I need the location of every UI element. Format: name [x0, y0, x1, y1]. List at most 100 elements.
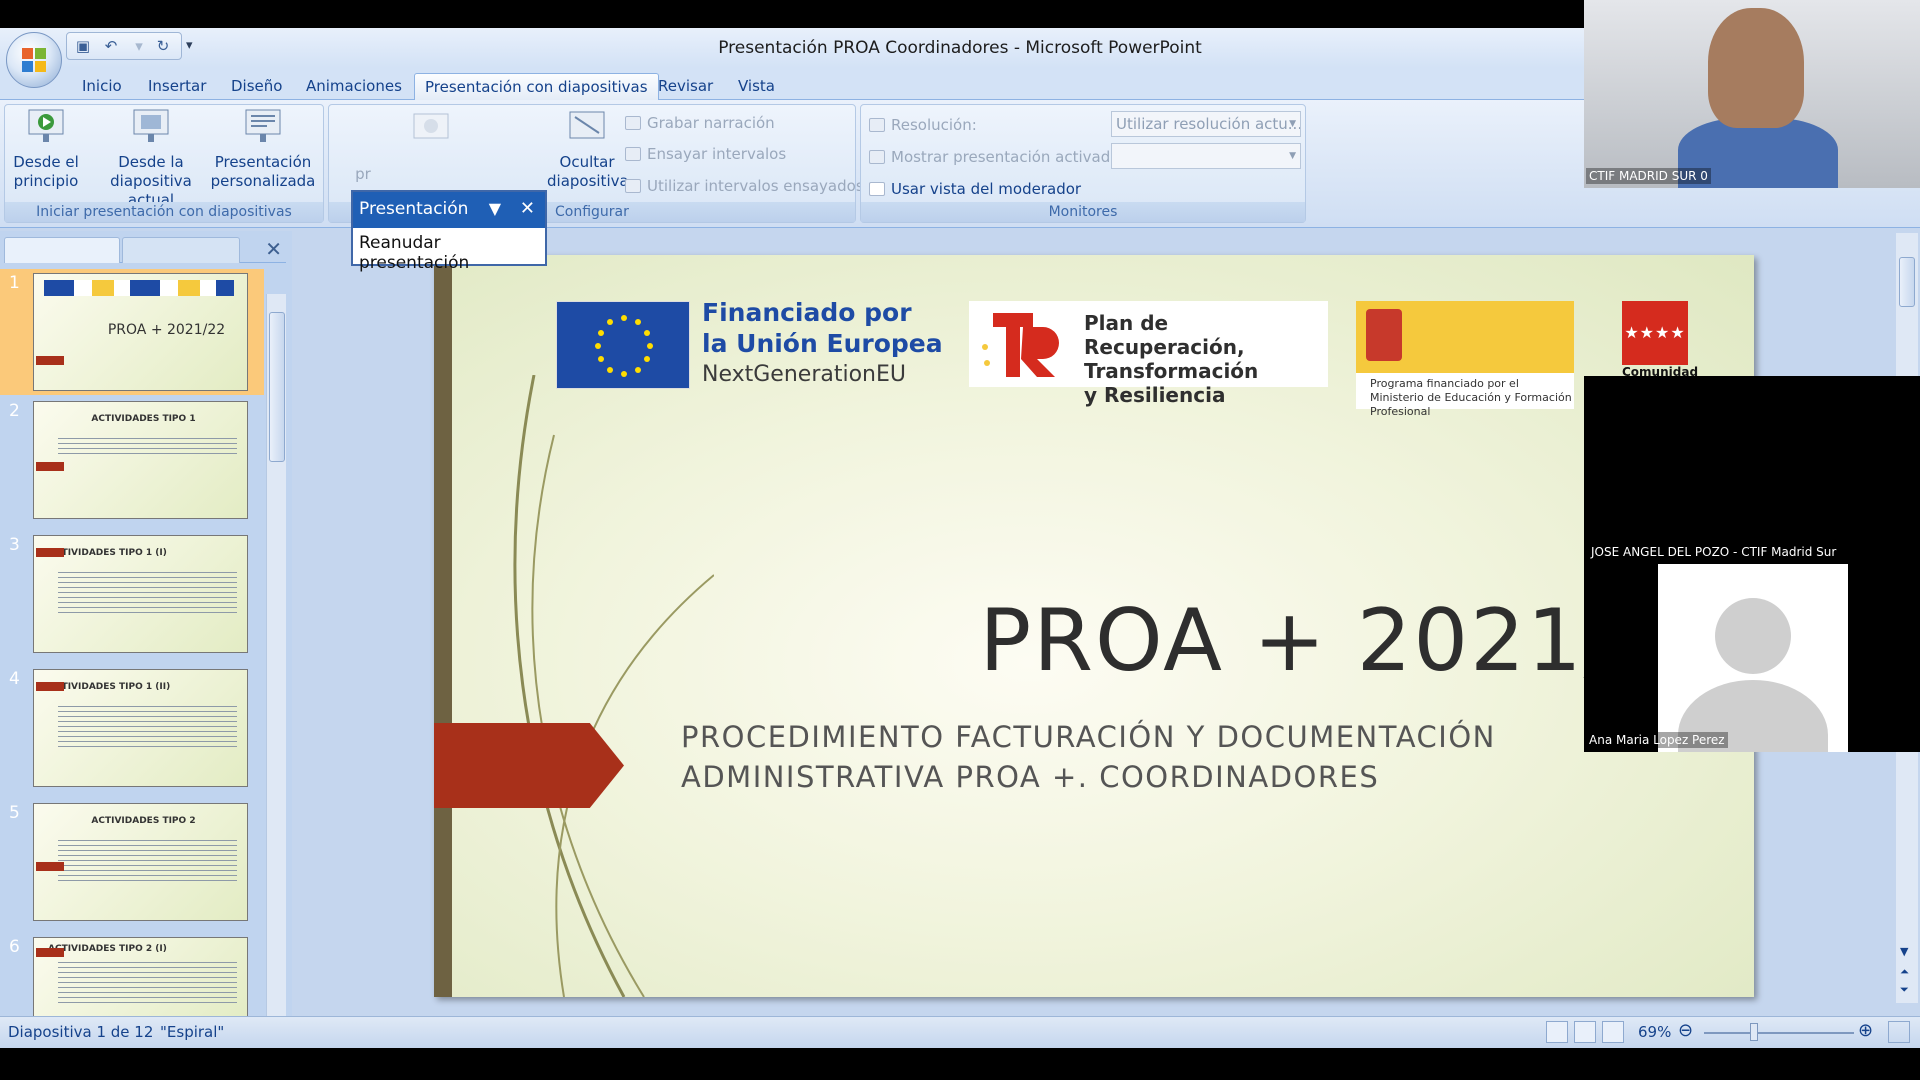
office-button[interactable] — [6, 32, 62, 88]
record-narration-button[interactable]: Grabar narración — [625, 111, 775, 135]
next-slide-icon[interactable]: ⏷ — [1900, 983, 1909, 997]
redo-icon[interactable]: ↻ — [151, 37, 175, 55]
close-icon[interactable]: ✕ — [265, 237, 282, 261]
slide-thumb-4[interactable]: 4 ACTIVIDADES TIPO 1 (II) — [0, 665, 264, 791]
slide-thumb-2[interactable]: 2 ACTIVIDADES TIPO 1 — [0, 397, 264, 523]
monitor-icon — [869, 150, 885, 164]
office-logo-icon — [22, 48, 46, 72]
record-narration-label: Grabar narración — [647, 114, 775, 132]
theme-name: "Espiral" — [160, 1023, 225, 1041]
thumb-arrow — [36, 548, 64, 557]
slide-thumb-6[interactable]: 6 ACTIVIDADES TIPO 2 (I) — [0, 933, 264, 1023]
slide-number: 6 — [9, 937, 20, 957]
participant-face — [1708, 8, 1804, 128]
hide-slide-icon — [569, 111, 605, 139]
slide-subtitle[interactable]: PROCEDIMIENTO FACTURACIÓN Y DOCUMENTACIÓ… — [681, 717, 1741, 797]
participant-name: Ana Maria Lopez Perez — [1586, 732, 1728, 748]
participant-name: JOSE ANGEL DEL POZO - CTIF Madrid Sur — [1591, 545, 1837, 559]
tab-insertar[interactable]: Insertar — [138, 73, 216, 100]
slides-panel-scrollbar[interactable] — [266, 294, 286, 1044]
from-start-label: Desde el principio — [13, 153, 79, 190]
thumbnail-title: PROA + 2021/22 — [107, 322, 226, 338]
slide-sorter-icon[interactable] — [1574, 1021, 1596, 1043]
thumbnail-image: ACTIVIDADES TIPO 2 — [33, 803, 248, 921]
current-slide[interactable]: Financiado por la Unión Europea NextGene… — [434, 255, 1754, 997]
from-current-button[interactable]: Desde la diapositiva actual — [101, 107, 201, 209]
previous-slide-icon[interactable]: ⏶ — [1900, 965, 1909, 979]
thumb-arrow — [36, 462, 64, 471]
prtr-line1: Plan de Recuperación, — [1084, 311, 1245, 359]
eu-flag-logo — [556, 301, 690, 389]
scroll-down-icon[interactable]: ▼ — [1900, 945, 1908, 958]
coat-of-arms-icon — [1366, 309, 1402, 361]
dropdown-icon[interactable]: ▼ — [489, 192, 501, 226]
undo-dropdown-icon[interactable]: ▾ — [127, 37, 151, 55]
slide-thumb-3[interactable]: 3 ACTIVIDADES TIPO 1 (I) — [0, 531, 264, 657]
undo-icon[interactable]: ↶ — [99, 37, 123, 55]
fit-to-window-icon[interactable] — [1888, 1021, 1910, 1043]
presentation-popup: Presentación ▼ ✕ Reanudar presentación — [351, 190, 547, 273]
eu-line3: NextGenerationEU — [702, 362, 906, 387]
use-timings-label: Utilizar intervalos ensayados — [647, 177, 864, 195]
hide-slide-button[interactable]: Ocultar diapositiva — [547, 107, 629, 201]
gobierno-text: Programa financiado por el Ministerio de… — [1370, 377, 1572, 418]
tab-inicio[interactable]: Inicio — [72, 73, 132, 100]
slideshow-view-icon[interactable] — [1602, 1021, 1624, 1043]
tab-slides[interactable] — [4, 237, 120, 263]
eu-stars-icon — [595, 315, 653, 377]
slide-thumb-1[interactable]: 1 PROA + 2021/22 — [0, 269, 264, 395]
slide-number: 2 — [9, 401, 20, 421]
save-icon[interactable]: ▣ — [71, 37, 95, 55]
tab-revisar[interactable]: Revisar — [648, 73, 723, 100]
gobierno-banner — [1356, 301, 1574, 373]
eu-funding-text: Financiado por la Unión Europea NextGene… — [702, 297, 943, 390]
zoom-slider[interactable] — [1704, 1032, 1854, 1034]
tab-vista[interactable]: Vista — [728, 73, 785, 100]
thumbnail-title: ACTIVIDADES TIPO 2 (I) — [48, 944, 167, 954]
show-on-dropdown[interactable]: ▼ — [1111, 143, 1301, 169]
slide-side-stripe — [434, 255, 452, 997]
resolution-dropdown[interactable]: Utilizar resolución actu... ▼ — [1111, 111, 1301, 137]
close-icon[interactable]: ✕ — [520, 192, 535, 226]
thumbnail-image: ACTIVIDADES TIPO 1 (II) — [33, 669, 248, 787]
thumbnail-title: ACTIVIDADES TIPO 1 (II) — [48, 682, 171, 692]
tab-animaciones[interactable]: Animaciones — [296, 73, 412, 100]
rehearse-timings-button[interactable]: Ensayar intervalos — [625, 142, 786, 166]
zoom-in-icon[interactable]: ⊕ — [1858, 1020, 1873, 1041]
microphone-icon — [625, 116, 641, 130]
custom-show-icon — [245, 109, 281, 142]
zoom-slider-thumb[interactable] — [1750, 1023, 1758, 1041]
thumbnail-title: ACTIVIDADES TIPO 1 (I) — [48, 548, 167, 558]
tab-outline[interactable] — [122, 237, 240, 263]
tab-diseno[interactable]: Diseño — [221, 73, 292, 100]
use-timings-checkbox[interactable]: Utilizar intervalos ensayados — [625, 174, 864, 198]
scrollbar-thumb[interactable] — [269, 312, 285, 462]
thumbnail-image: ACTIVIDADES TIPO 2 (I) — [33, 937, 248, 1023]
thumbnail-image: ACTIVIDADES TIPO 1 — [33, 401, 248, 519]
resolution-value: Utilizar resolución actu... — [1116, 115, 1301, 133]
prtr-line3: y Resiliencia — [1084, 383, 1226, 407]
prtr-line2: Transformación — [1084, 359, 1259, 383]
presenter-view-checkbox[interactable]: Usar vista del moderador — [869, 177, 1081, 201]
eu-line2: la Unión Europea — [702, 329, 943, 358]
zoom-out-icon[interactable]: ⊖ — [1678, 1020, 1693, 1041]
scrollbar-thumb[interactable] — [1899, 257, 1915, 307]
slide-thumb-5[interactable]: 5 ACTIVIDADES TIPO 2 — [0, 799, 264, 925]
presentation-popup-title: Presentación — [359, 199, 469, 219]
prtr-tr-icon — [982, 313, 1059, 377]
zoom-level[interactable]: 69% — [1638, 1023, 1671, 1041]
resolution-label-text: Resolución: — [891, 116, 977, 134]
customize-qat-icon[interactable]: ▾ — [186, 38, 193, 53]
thumb-arrow — [36, 682, 64, 691]
clock-icon — [625, 147, 641, 161]
setup-show-icon — [413, 113, 449, 139]
gobierno-logo: Programa financiado por el Ministerio de… — [1356, 301, 1574, 418]
custom-show-button[interactable]: Presentación personalizada — [207, 107, 319, 201]
thumb-text — [58, 958, 237, 1004]
avatar — [1658, 564, 1848, 752]
normal-view-icon[interactable] — [1546, 1021, 1568, 1043]
resume-presentation-item[interactable]: Reanudar presentación — [353, 228, 545, 278]
from-start-button[interactable]: Desde el principio — [9, 107, 83, 201]
tab-presentacion[interactable]: Presentación con diapositivas — [414, 73, 659, 100]
from-start-icon — [28, 109, 64, 142]
